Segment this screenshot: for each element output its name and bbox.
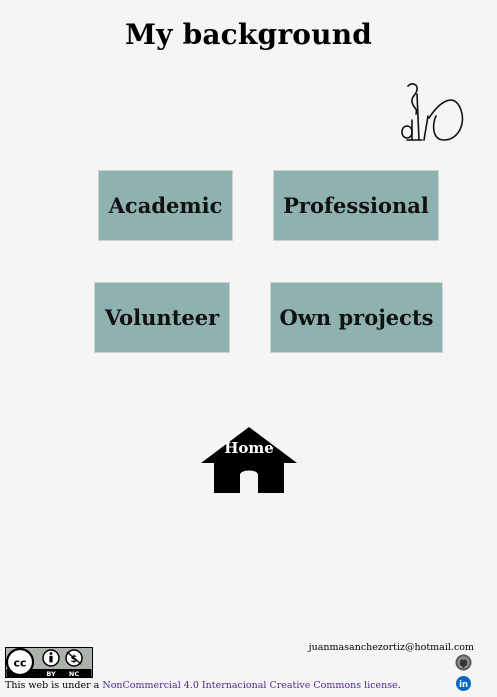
academic-label: Academic (108, 193, 223, 218)
signature-logo-icon (398, 80, 468, 144)
professional-button[interactable]: Professional (273, 170, 439, 241)
page-title: My background (124, 18, 373, 51)
svg-text:BY: BY (46, 670, 56, 678)
github-icon[interactable] (455, 654, 472, 671)
svg-text:in: in (459, 680, 468, 690)
email-link[interactable]: juanmasanchezortiz@hotmail.com (309, 642, 474, 653)
svg-text:NC: NC (69, 670, 79, 678)
linkedin-icon[interactable]: in (456, 676, 471, 691)
own-projects-button[interactable]: Own projects (270, 282, 443, 353)
volunteer-label: Volunteer (104, 305, 220, 330)
own-projects-label: Own projects (279, 305, 434, 330)
license-suffix: . (397, 680, 401, 691)
cc-license-badge[interactable]: cc $ BY NC (5, 647, 93, 678)
academic-button[interactable]: Academic (98, 170, 233, 241)
license-text: This web is under a NonCommercial 4.0 In… (5, 680, 401, 691)
home-button[interactable]: Home (200, 425, 298, 495)
license-link[interactable]: NonCommercial 4.0 Internacional Creative… (102, 680, 397, 691)
house-icon (201, 427, 297, 493)
license-prefix: This web is under a (5, 680, 103, 691)
home-label: Home (224, 439, 274, 457)
svg-text:cc: cc (13, 657, 26, 670)
volunteer-button[interactable]: Volunteer (94, 282, 230, 353)
professional-label: Professional (283, 193, 429, 218)
